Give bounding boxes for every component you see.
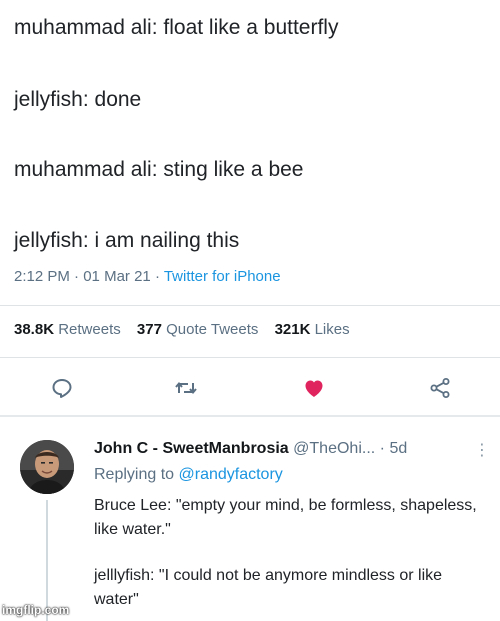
reply-header: John C - SweetManbrosia @TheOhi... · 5d bbox=[94, 440, 407, 458]
replying-to: Replying to @randyfactory bbox=[94, 466, 283, 484]
heart-icon bbox=[305, 380, 323, 397]
divider bbox=[0, 415, 500, 417]
tweet-time[interactable]: 2:12 PM bbox=[14, 268, 70, 285]
reply-button[interactable] bbox=[50, 376, 74, 400]
share-icon bbox=[430, 378, 450, 398]
tweet-source-link[interactable]: Twitter for iPhone bbox=[164, 268, 281, 285]
watermark: imgflip.com bbox=[2, 603, 70, 617]
likes-label: Likes bbox=[314, 321, 350, 338]
likes-count: 321K bbox=[274, 321, 311, 338]
reply-age-separator: · bbox=[379, 440, 385, 457]
retweets-label: Retweets bbox=[58, 321, 121, 338]
like-button[interactable] bbox=[302, 376, 326, 400]
share-button[interactable] bbox=[428, 376, 452, 400]
replying-mention-link[interactable]: @randyfactory bbox=[179, 466, 283, 483]
retweets-count: 38.8K bbox=[14, 321, 55, 338]
retweet-icon bbox=[175, 381, 197, 395]
more-options-icon[interactable]: ⋮ bbox=[474, 440, 491, 460]
avatar[interactable] bbox=[20, 440, 74, 494]
tweet-text-line: muhammad ali: sting like a bee bbox=[14, 158, 304, 181]
reply-icon bbox=[52, 379, 72, 398]
quotes-stat[interactable]: 377 Quote Tweets bbox=[137, 321, 258, 338]
reply-author-name[interactable]: John C - SweetManbrosia bbox=[94, 440, 289, 457]
replying-prefix: Replying to bbox=[94, 466, 175, 483]
tweet-stats: 38.8K Retweets 377 Quote Tweets 321K Lik… bbox=[14, 321, 350, 338]
reply-paragraph: jelllyfish: "I could not be anymore mind… bbox=[94, 567, 443, 608]
tweet-text-line: jellyfish: i am nailing this bbox=[14, 229, 240, 252]
divider bbox=[0, 357, 500, 358]
tweet-text-line: muhammad ali: float like a butterfly bbox=[14, 16, 339, 39]
reply-age[interactable]: 5d bbox=[389, 440, 407, 457]
tweet-text-line: jellyfish: done bbox=[14, 88, 142, 111]
reply-body: Bruce Lee: "empty your mind, be formless… bbox=[94, 494, 486, 612]
avatar-photo bbox=[20, 440, 74, 494]
meta-separator: · bbox=[154, 268, 160, 285]
reply-author-handle[interactable]: @TheOhi... bbox=[293, 440, 375, 457]
quotes-count: 377 bbox=[136, 321, 162, 338]
quotes-label: Quote Tweets bbox=[166, 321, 259, 338]
tweet-date[interactable]: 01 Mar 21 bbox=[83, 268, 151, 285]
reply-paragraph: Bruce Lee: "empty your mind, be formless… bbox=[94, 497, 477, 538]
divider bbox=[0, 305, 500, 306]
retweet-button[interactable] bbox=[174, 376, 198, 400]
meta-separator: · bbox=[74, 268, 80, 285]
retweets-stat[interactable]: 38.8K Retweets bbox=[14, 321, 121, 338]
tweet-meta: 2:12 PM · 01 Mar 21 · Twitter for iPhone bbox=[14, 268, 281, 285]
likes-stat[interactable]: 321K Likes bbox=[275, 321, 350, 338]
